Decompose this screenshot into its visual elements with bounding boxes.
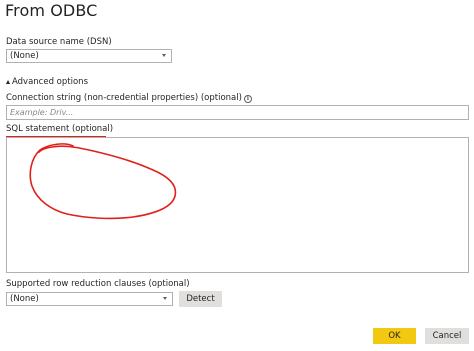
cancel-button[interactable]: Cancel (425, 328, 469, 344)
chevron-down-icon (163, 297, 167, 300)
ok-button[interactable]: OK (373, 328, 416, 344)
advanced-options-toggle[interactable]: Advanced options (6, 77, 88, 87)
connection-string-input[interactable] (7, 106, 468, 119)
dsn-select[interactable]: (None) (6, 49, 172, 63)
triangle-up-icon (6, 79, 10, 84)
connection-string-label: Connection string (non-credential proper… (6, 93, 252, 103)
sql-statement-label-wrap: SQL statement (optional) (6, 124, 114, 137)
dialog-title: From ODBC (5, 1, 98, 20)
row-reduction-label: Supported row reduction clauses (optiona… (6, 279, 190, 289)
detect-button[interactable]: Detect (179, 291, 222, 307)
row-reduction-selected-value: (None) (10, 294, 39, 304)
advanced-options-label: Advanced options (12, 77, 88, 87)
connection-string-label-text: Connection string (non-credential proper… (6, 93, 242, 103)
row-reduction-select[interactable]: (None) (6, 292, 173, 306)
dsn-selected-value: (None) (10, 51, 39, 61)
chevron-down-icon (162, 54, 166, 57)
sql-statement-textarea[interactable] (6, 137, 469, 273)
info-icon[interactable]: i (243, 95, 252, 103)
sql-statement-label: SQL statement (optional) (6, 124, 114, 134)
connection-string-field[interactable] (6, 105, 469, 120)
annotation-scribble (29, 143, 177, 220)
dsn-label: Data source name (DSN) (6, 37, 112, 47)
